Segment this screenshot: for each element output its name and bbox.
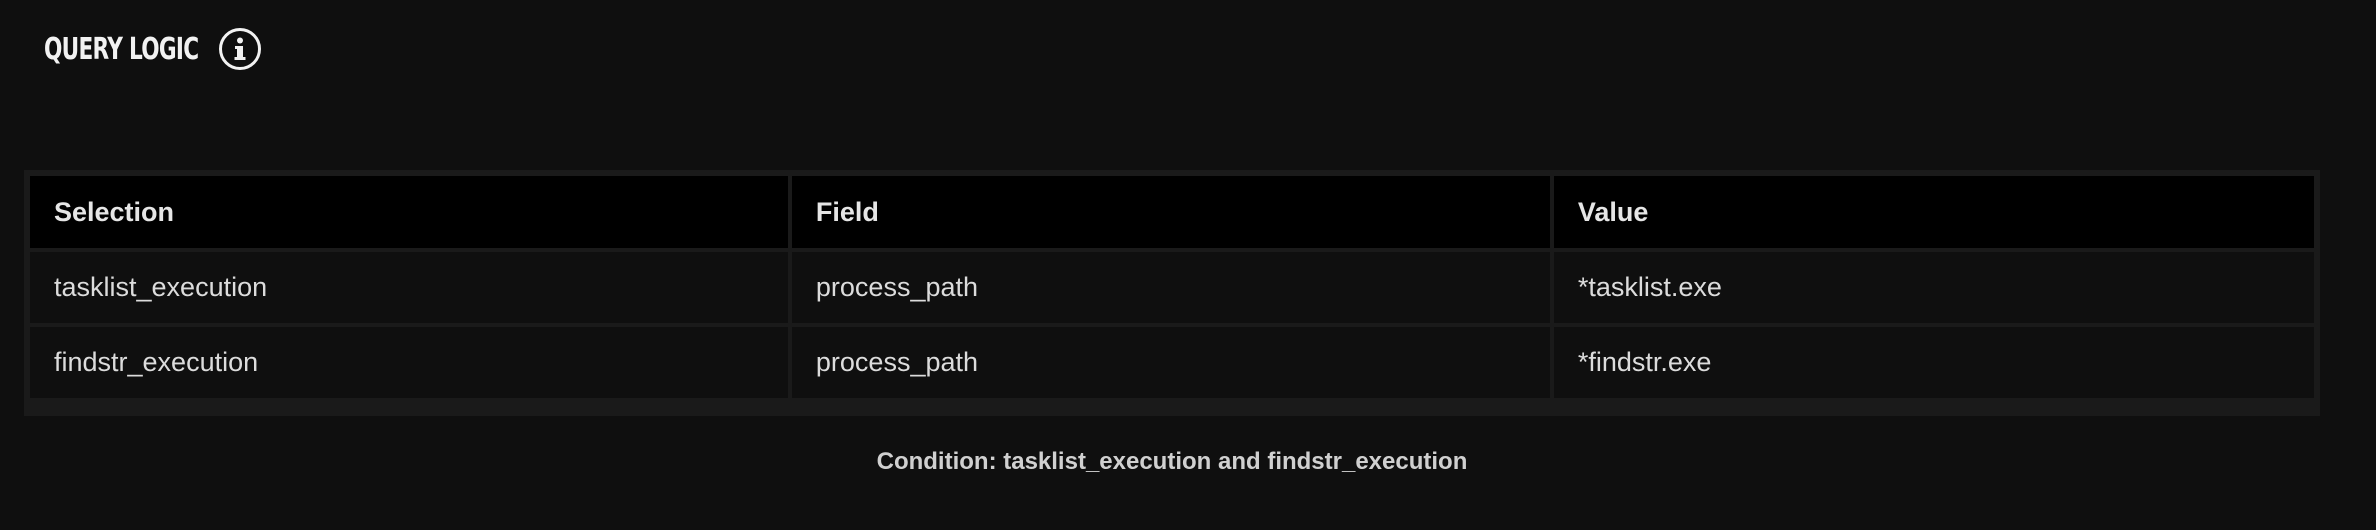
cell-field: process_path	[791, 327, 1550, 398]
cell-value: *findstr.exe	[1553, 327, 2314, 398]
panel-header: QUERY LOGIC	[44, 26, 261, 72]
column-header-selection: Selection	[30, 176, 788, 248]
info-icon[interactable]	[219, 28, 261, 70]
cell-field: process_path	[791, 252, 1550, 323]
cell-value: *tasklist.exe	[1553, 252, 2314, 323]
table-header-row: Selection Field Value	[30, 176, 2314, 248]
table-row: tasklist_execution process_path *tasklis…	[30, 252, 2314, 323]
selection-table: Selection Field Value tasklist_execution…	[26, 172, 2318, 402]
query-logic-panel: QUERY LOGIC Selection Field Value taskli	[0, 0, 2376, 530]
panel-title: QUERY LOGIC	[44, 31, 199, 67]
cell-selection: tasklist_execution	[30, 252, 788, 323]
condition-text: Condition: tasklist_execution and findst…	[876, 448, 1468, 475]
column-header-value: Value	[1553, 176, 2314, 248]
query-table: Selection Field Value tasklist_execution…	[24, 170, 2320, 416]
cell-selection: findstr_execution	[30, 327, 788, 398]
column-header-field: Field	[791, 176, 1550, 248]
table-row: findstr_execution process_path *findstr.…	[30, 327, 2314, 398]
